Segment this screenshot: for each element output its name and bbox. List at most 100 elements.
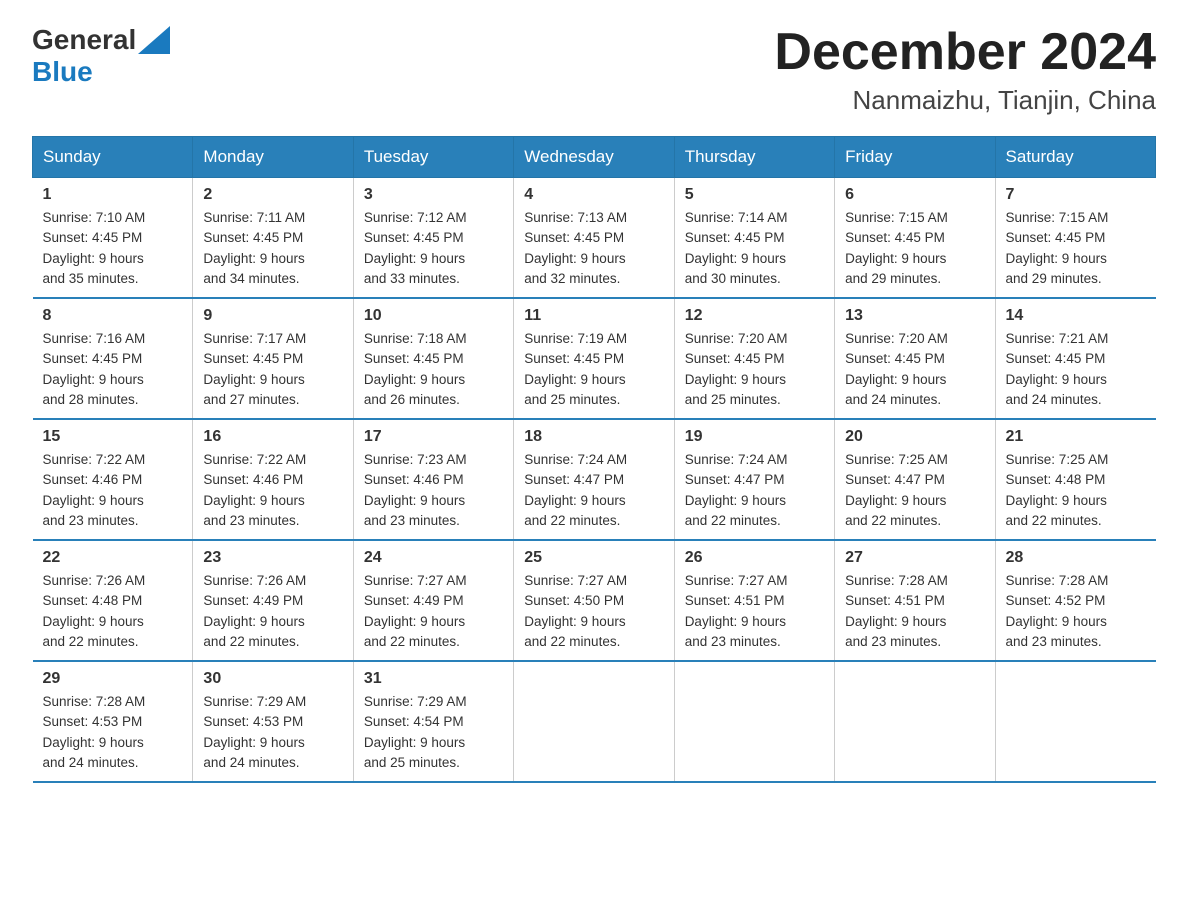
week-row-2: 8 Sunrise: 7:16 AMSunset: 4:45 PMDaylight… [33, 298, 1156, 419]
week-row-5: 29 Sunrise: 7:28 AMSunset: 4:53 PMDayligh… [33, 661, 1156, 782]
week-row-3: 15 Sunrise: 7:22 AMSunset: 4:46 PMDayligh… [33, 419, 1156, 540]
day-info: Sunrise: 7:29 AMSunset: 4:54 PMDaylight:… [364, 692, 503, 773]
week-row-4: 22 Sunrise: 7:26 AMSunset: 4:48 PMDayligh… [33, 540, 1156, 661]
calendar-cell: 10 Sunrise: 7:18 AMSunset: 4:45 PMDayligh… [353, 298, 513, 419]
calendar-cell: 26 Sunrise: 7:27 AMSunset: 4:51 PMDayligh… [674, 540, 834, 661]
day-info: Sunrise: 7:28 AMSunset: 4:51 PMDaylight:… [845, 571, 984, 652]
weekday-header-wednesday: Wednesday [514, 137, 674, 178]
month-title: December 2024 [774, 24, 1156, 81]
day-number: 13 [845, 307, 984, 325]
weekday-header-monday: Monday [193, 137, 353, 178]
day-number: 30 [203, 670, 342, 688]
logo-triangle-icon [138, 26, 170, 54]
day-number: 27 [845, 549, 984, 567]
calendar-cell: 13 Sunrise: 7:20 AMSunset: 4:45 PMDayligh… [835, 298, 995, 419]
day-info: Sunrise: 7:13 AMSunset: 4:45 PMDaylight:… [524, 208, 663, 289]
calendar-cell: 5 Sunrise: 7:14 AMSunset: 4:45 PMDaylight… [674, 178, 834, 299]
calendar-cell: 16Sunrise: 7:22 AMSunset: 4:46 PMDayligh… [193, 419, 353, 540]
day-number: 1 [43, 186, 183, 204]
calendar-cell: 3Sunrise: 7:12 AMSunset: 4:45 PMDaylight… [353, 178, 513, 299]
calendar-cell: 31Sunrise: 7:29 AMSunset: 4:54 PMDayligh… [353, 661, 513, 782]
calendar-cell: 24Sunrise: 7:27 AMSunset: 4:49 PMDayligh… [353, 540, 513, 661]
calendar-cell: 20 Sunrise: 7:25 AMSunset: 4:47 PMDayligh… [835, 419, 995, 540]
day-number: 18 [524, 428, 663, 446]
calendar-cell: 18 Sunrise: 7:24 AMSunset: 4:47 PMDayligh… [514, 419, 674, 540]
day-info: Sunrise: 7:15 AMSunset: 4:45 PMDaylight:… [845, 208, 984, 289]
logo-general-text: General [32, 24, 136, 56]
calendar-cell: 21Sunrise: 7:25 AMSunset: 4:48 PMDayligh… [995, 419, 1155, 540]
day-info: Sunrise: 7:18 AMSunset: 4:45 PMDaylight:… [364, 329, 503, 410]
calendar-cell: 22 Sunrise: 7:26 AMSunset: 4:48 PMDayligh… [33, 540, 193, 661]
calendar-cell [835, 661, 995, 782]
day-info: Sunrise: 7:27 AMSunset: 4:50 PMDaylight:… [524, 571, 663, 652]
calendar-cell: 30Sunrise: 7:29 AMSunset: 4:53 PMDayligh… [193, 661, 353, 782]
weekday-header-tuesday: Tuesday [353, 137, 513, 178]
calendar-cell [674, 661, 834, 782]
day-info: Sunrise: 7:26 AMSunset: 4:49 PMDaylight:… [203, 571, 342, 652]
calendar-cell: 19 Sunrise: 7:24 AMSunset: 4:47 PMDayligh… [674, 419, 834, 540]
day-number: 25 [524, 549, 663, 567]
calendar-table: SundayMondayTuesdayWednesdayThursdayFrid… [32, 136, 1156, 783]
day-info: Sunrise: 7:22 AMSunset: 4:46 PMDaylight:… [43, 450, 183, 531]
day-info: Sunrise: 7:24 AMSunset: 4:47 PMDaylight:… [685, 450, 824, 531]
calendar-cell: 25 Sunrise: 7:27 AMSunset: 4:50 PMDayligh… [514, 540, 674, 661]
day-number: 15 [43, 428, 183, 446]
day-info: Sunrise: 7:25 AMSunset: 4:47 PMDaylight:… [845, 450, 984, 531]
calendar-cell [995, 661, 1155, 782]
weekday-header-friday: Friday [835, 137, 995, 178]
calendar-cell: 7Sunrise: 7:15 AMSunset: 4:45 PMDaylight… [995, 178, 1155, 299]
calendar-cell: 2Sunrise: 7:11 AMSunset: 4:45 PMDaylight… [193, 178, 353, 299]
day-info: Sunrise: 7:28 AMSunset: 4:53 PMDaylight:… [43, 692, 183, 773]
day-info: Sunrise: 7:24 AMSunset: 4:47 PMDaylight:… [524, 450, 663, 531]
day-number: 8 [43, 307, 183, 325]
day-info: Sunrise: 7:20 AMSunset: 4:45 PMDaylight:… [845, 329, 984, 410]
weekday-header-row: SundayMondayTuesdayWednesdayThursdayFrid… [33, 137, 1156, 178]
day-number: 29 [43, 670, 183, 688]
day-info: Sunrise: 7:17 AMSunset: 4:45 PMDaylight:… [203, 329, 342, 410]
day-info: Sunrise: 7:27 AMSunset: 4:51 PMDaylight:… [685, 571, 824, 652]
calendar-cell: 9Sunrise: 7:17 AMSunset: 4:45 PMDaylight… [193, 298, 353, 419]
day-number: 28 [1006, 549, 1146, 567]
day-info: Sunrise: 7:16 AMSunset: 4:45 PMDaylight:… [43, 329, 183, 410]
day-info: Sunrise: 7:28 AMSunset: 4:52 PMDaylight:… [1006, 571, 1146, 652]
day-number: 22 [43, 549, 183, 567]
day-number: 10 [364, 307, 503, 325]
calendar-cell: 12 Sunrise: 7:20 AMSunset: 4:45 PMDayligh… [674, 298, 834, 419]
day-info: Sunrise: 7:23 AMSunset: 4:46 PMDaylight:… [364, 450, 503, 531]
week-row-1: 1Sunrise: 7:10 AMSunset: 4:45 PMDaylight… [33, 178, 1156, 299]
calendar-cell: 14 Sunrise: 7:21 AMSunset: 4:45 PMDayligh… [995, 298, 1155, 419]
logo: General Blue [32, 24, 172, 88]
calendar-cell: 11Sunrise: 7:19 AMSunset: 4:45 PMDayligh… [514, 298, 674, 419]
day-number: 19 [685, 428, 824, 446]
day-number: 4 [524, 186, 663, 204]
calendar-cell: 23 Sunrise: 7:26 AMSunset: 4:49 PMDayligh… [193, 540, 353, 661]
day-number: 17 [364, 428, 503, 446]
weekday-header-saturday: Saturday [995, 137, 1155, 178]
location-title: Nanmaizhu, Tianjin, China [774, 85, 1156, 116]
day-info: Sunrise: 7:11 AMSunset: 4:45 PMDaylight:… [203, 208, 342, 289]
day-info: Sunrise: 7:12 AMSunset: 4:45 PMDaylight:… [364, 208, 503, 289]
day-info: Sunrise: 7:21 AMSunset: 4:45 PMDaylight:… [1006, 329, 1146, 410]
day-number: 21 [1006, 428, 1146, 446]
calendar-cell: 28 Sunrise: 7:28 AMSunset: 4:52 PMDayligh… [995, 540, 1155, 661]
day-info: Sunrise: 7:20 AMSunset: 4:45 PMDaylight:… [685, 329, 824, 410]
day-number: 23 [203, 549, 342, 567]
weekday-header-thursday: Thursday [674, 137, 834, 178]
day-info: Sunrise: 7:14 AMSunset: 4:45 PMDaylight:… [685, 208, 824, 289]
day-number: 26 [685, 549, 824, 567]
day-number: 14 [1006, 307, 1146, 325]
calendar-cell: 29 Sunrise: 7:28 AMSunset: 4:53 PMDayligh… [33, 661, 193, 782]
day-number: 16 [203, 428, 342, 446]
logo-blue-text: Blue [32, 56, 93, 87]
day-number: 6 [845, 186, 984, 204]
calendar-cell: 8 Sunrise: 7:16 AMSunset: 4:45 PMDaylight… [33, 298, 193, 419]
day-info: Sunrise: 7:27 AMSunset: 4:49 PMDaylight:… [364, 571, 503, 652]
calendar-cell: 6 Sunrise: 7:15 AMSunset: 4:45 PMDaylight… [835, 178, 995, 299]
day-info: Sunrise: 7:26 AMSunset: 4:48 PMDaylight:… [43, 571, 183, 652]
day-info: Sunrise: 7:15 AMSunset: 4:45 PMDaylight:… [1006, 208, 1146, 289]
day-number: 5 [685, 186, 824, 204]
day-info: Sunrise: 7:19 AMSunset: 4:45 PMDaylight:… [524, 329, 663, 410]
day-number: 12 [685, 307, 824, 325]
page-header: General Blue December 2024 Nanmaizhu, Ti… [32, 24, 1156, 116]
day-number: 20 [845, 428, 984, 446]
